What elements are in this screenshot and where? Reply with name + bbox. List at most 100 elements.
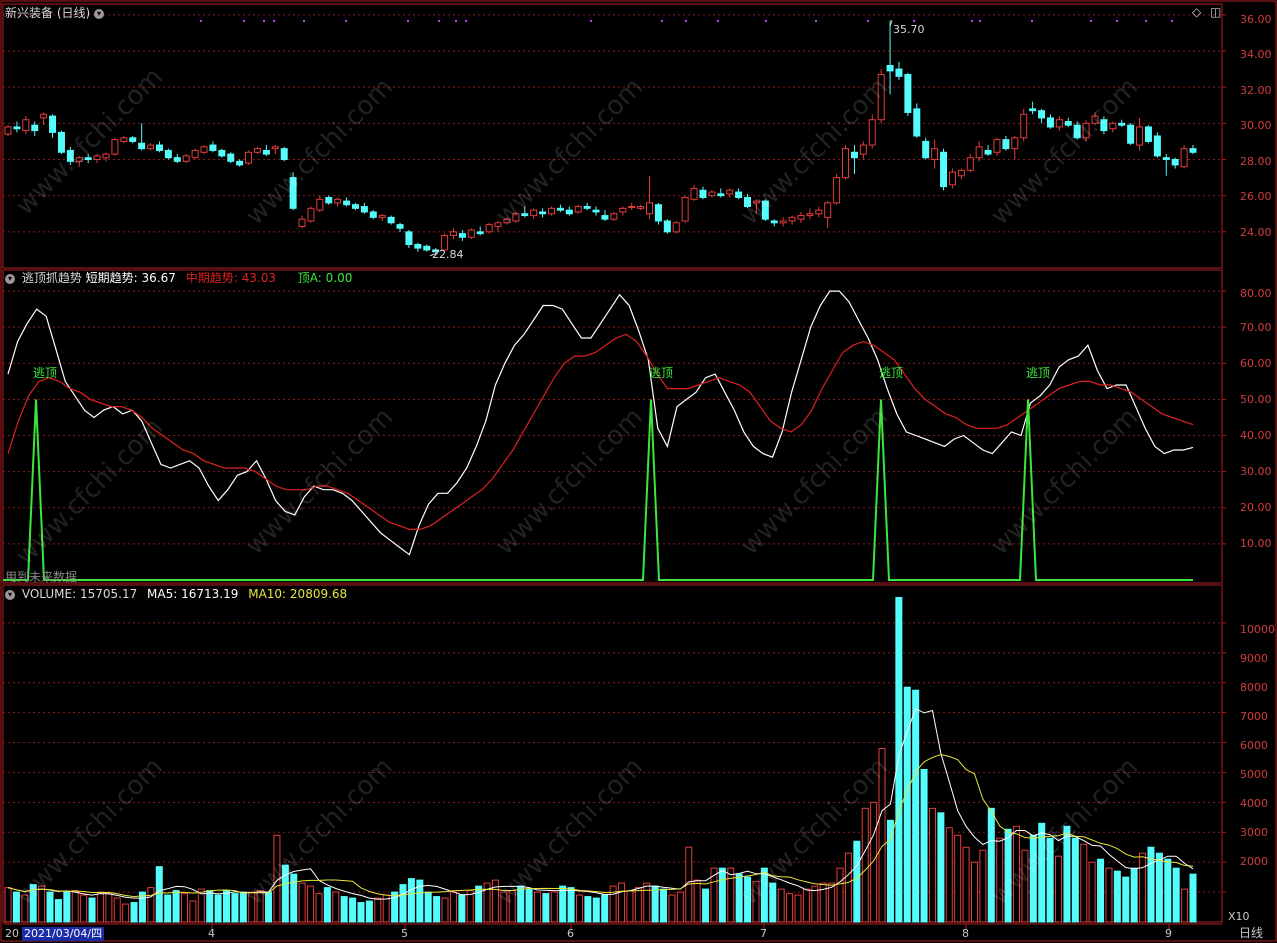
- settings-icon[interactable]: ▾: [94, 8, 105, 19]
- candle-body: [699, 189, 707, 198]
- candle-body: [334, 198, 342, 204]
- candle-body: [592, 209, 600, 213]
- candle-body: [788, 216, 796, 222]
- candle-body: [859, 144, 867, 155]
- candle-body: [565, 209, 573, 215]
- volume-bar: [223, 890, 231, 923]
- candle-body: [262, 149, 270, 155]
- candle-body: [948, 171, 956, 186]
- candle-body: [236, 160, 244, 166]
- volume-bar: [113, 897, 121, 923]
- volume-bar: [214, 894, 222, 923]
- volume-bar: [676, 891, 684, 923]
- candle-body: [360, 206, 368, 213]
- candle-body: [173, 157, 181, 162]
- price-tick: 32.00: [1240, 84, 1272, 97]
- volume-bar: [340, 896, 348, 923]
- signal-label: 逃顶: [1026, 366, 1051, 380]
- candle-body: [1189, 148, 1197, 153]
- event-marker-dot: [765, 20, 767, 22]
- event-marker-dot: [1116, 20, 1118, 22]
- diamond-icon[interactable]: ◇: [1192, 5, 1201, 19]
- candle-body: [227, 153, 235, 162]
- candle-body: [458, 233, 466, 238]
- candle-body: [209, 144, 217, 151]
- volume-bar: [1071, 837, 1079, 923]
- volume-bar: [357, 902, 365, 923]
- volume-bar: [1155, 852, 1163, 923]
- candle-body: [351, 204, 359, 209]
- volume-bar: [147, 887, 155, 923]
- volume-bar: [1130, 867, 1138, 923]
- candle-body: [663, 220, 671, 233]
- volume-bar: [702, 888, 710, 923]
- candle-body: [485, 224, 493, 233]
- candle-body: [1046, 117, 1054, 128]
- volume-bar: [651, 885, 659, 923]
- x-start-fragment: 20: [5, 927, 19, 940]
- settings-icon[interactable]: ▾: [5, 273, 15, 284]
- volume-bar: [332, 891, 340, 923]
- event-marker-dot: [1171, 20, 1173, 22]
- indicator-header: ▾ 逃顶抓趋势 短期趋势: 36.67 中期趋势: 43.03 顶A: 0.00: [5, 271, 352, 285]
- volume-bar: [828, 882, 836, 923]
- volume-bar: [164, 894, 172, 923]
- candle-body: [164, 149, 172, 159]
- event-marker-dot: [590, 20, 592, 22]
- volume-bar: [962, 846, 970, 923]
- volume-bar: [979, 849, 987, 923]
- short-trend-value: 36.67: [141, 271, 176, 285]
- candle-body: [1118, 122, 1126, 126]
- volume-bar: [130, 902, 138, 923]
- candle-body: [40, 113, 48, 119]
- candle-body: [726, 189, 734, 195]
- candle-body: [155, 144, 163, 151]
- volume-bar: [96, 891, 104, 923]
- window-toggle-icon[interactable]: ◫: [1210, 5, 1221, 19]
- volume-bar: [1139, 852, 1147, 923]
- volume-bar: [912, 689, 920, 923]
- volume-bar: [660, 888, 668, 923]
- event-marker-dot: [263, 20, 265, 22]
- volume-bar: [718, 867, 726, 923]
- settings-icon[interactable]: ▾: [5, 589, 15, 600]
- volume-bar: [643, 882, 651, 923]
- candle-body: [129, 137, 137, 142]
- volume-unit: X10: [1228, 910, 1250, 923]
- candle-body: [922, 140, 930, 159]
- volume-label: VOLUME:: [21, 587, 77, 601]
- candle-body: [1171, 159, 1179, 166]
- volume-bar: [458, 894, 466, 923]
- price-tick: 28.00: [1240, 155, 1272, 168]
- candle-body: [147, 144, 155, 150]
- candle-body: [601, 215, 609, 220]
- candle-body: [717, 193, 725, 197]
- volume-bar: [1088, 861, 1096, 923]
- cursor-date-label: 2021/03/04/四: [22, 927, 105, 941]
- candle-body: [681, 196, 689, 222]
- candle-body: [619, 207, 627, 213]
- volume-bar: [239, 891, 247, 923]
- candle-body: [1144, 126, 1152, 142]
- volume-tick: 9000: [1240, 652, 1268, 665]
- candle-body: [556, 207, 564, 211]
- candle-body: [31, 124, 39, 132]
- candle-body: [833, 177, 841, 204]
- indicator-tick: 80.00: [1240, 287, 1272, 300]
- indicator-tick: 50.00: [1240, 393, 1272, 406]
- event-marker-dot: [815, 20, 817, 22]
- event-marker-dot: [913, 20, 915, 22]
- top-a-value: 0.00: [325, 271, 353, 285]
- volume-bar: [567, 887, 575, 923]
- volume-bar: [1055, 855, 1063, 923]
- period-button[interactable]: 日线: [1239, 927, 1263, 939]
- volume-bar: [575, 894, 583, 923]
- volume-bar: [584, 896, 592, 923]
- volume-bar: [693, 879, 701, 923]
- event-marker-dot: [465, 20, 467, 22]
- volume-bar: [424, 891, 432, 923]
- candle-body: [895, 68, 903, 77]
- candle-body: [708, 191, 716, 197]
- event-marker-dot: [1145, 20, 1147, 22]
- event-marker-dot: [685, 20, 687, 22]
